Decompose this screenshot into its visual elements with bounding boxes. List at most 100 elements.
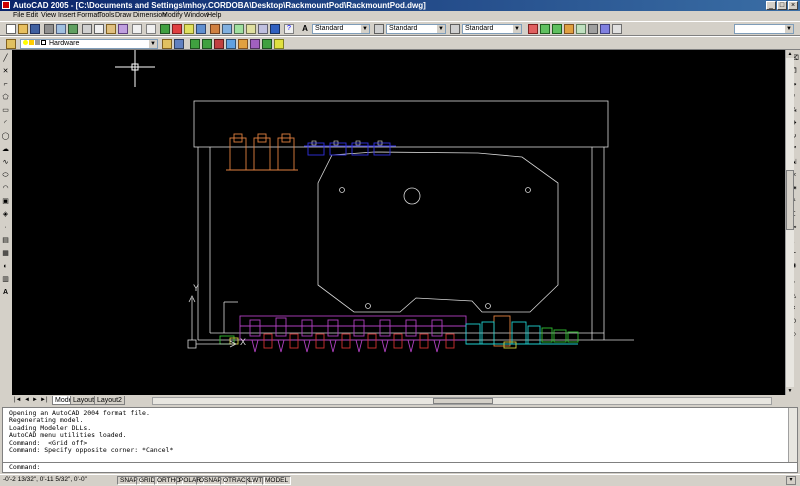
polyline-icon[interactable]: ⌐ [1, 80, 10, 89]
menu-format[interactable]: Format [77, 11, 99, 21]
menu-modify[interactable]: Modify [162, 11, 183, 21]
hatch-icon[interactable]: ▤ [1, 236, 10, 245]
model-toggle[interactable]: MODEL [262, 476, 292, 485]
render-statistics-icon[interactable] [612, 24, 622, 34]
command-window[interactable]: Opening an AutoCAD 2004 format file. Reg… [2, 407, 798, 473]
zoom-realtime-icon[interactable] [172, 24, 182, 34]
tab-nav-first-icon[interactable]: |◄ [14, 396, 22, 405]
dim-style-combo[interactable]: Standard ▼ [386, 24, 446, 34]
multiline-text-icon[interactable]: A [1, 288, 10, 297]
materials-icon[interactable] [576, 24, 586, 34]
publish-icon[interactable] [68, 24, 78, 34]
main-panel [317, 151, 559, 313]
move-icon[interactable] [262, 39, 272, 49]
menu-edit[interactable]: Edit [26, 11, 38, 21]
erase-icon[interactable] [202, 39, 212, 49]
rectangle-icon[interactable]: ▭ [1, 106, 10, 115]
rotate-icon[interactable] [274, 39, 284, 49]
plot-style-combo[interactable]: ▼ [734, 24, 794, 34]
horizontal-scrollbar[interactable] [152, 397, 772, 405]
redo-icon[interactable] [146, 24, 156, 34]
text-style-combo[interactable]: Standard ▼ [312, 24, 370, 34]
make-block-icon[interactable]: ◈ [1, 210, 10, 219]
landscape-icon[interactable] [588, 24, 598, 34]
ellipse-arc-icon[interactable]: ◠ [1, 184, 10, 193]
revision-cloud-icon[interactable]: ☁ [1, 145, 10, 154]
command-prompt[interactable]: Command: [9, 463, 40, 471]
undo-icon[interactable] [132, 24, 142, 34]
spline-icon[interactable]: ∿ [1, 158, 10, 167]
horizontal-scroll-thumb[interactable] [433, 398, 493, 404]
rendering-icon[interactable] [528, 24, 538, 34]
menu-file[interactable]: File [13, 11, 24, 21]
shade-icon[interactable] [540, 24, 550, 34]
help-icon[interactable]: ? [284, 24, 294, 34]
construction-line-icon[interactable]: ✕ [1, 67, 10, 76]
mirror-icon[interactable] [226, 39, 236, 49]
quickcalc-icon[interactable] [270, 24, 280, 34]
tab-nav-next-icon[interactable]: ► [32, 396, 38, 405]
drawing-canvas[interactable]: Y X [12, 50, 785, 395]
open-file-icon[interactable] [18, 24, 28, 34]
print-icon[interactable] [44, 24, 54, 34]
3d-orbit-icon[interactable] [552, 24, 562, 34]
maximize-button[interactable]: □ [777, 1, 787, 10]
new-file-icon[interactable] [6, 24, 16, 34]
layer-lock-icon [35, 40, 40, 45]
pan-icon[interactable] [160, 24, 170, 34]
line-icon[interactable] [190, 39, 200, 49]
lights-icon[interactable] [564, 24, 574, 34]
layer-manager-icon[interactable] [6, 39, 16, 49]
array-icon[interactable] [250, 39, 260, 49]
fog-icon[interactable] [600, 24, 610, 34]
paste-icon[interactable] [106, 24, 116, 34]
markup-icon[interactable] [258, 24, 268, 34]
zoom-window-icon[interactable] [184, 24, 194, 34]
menu-view[interactable]: View [41, 11, 56, 21]
ellipse-icon[interactable]: ⬭ [1, 171, 10, 180]
scroll-down-icon[interactable]: ▼ [786, 387, 794, 395]
sheet-set-icon[interactable] [246, 24, 256, 34]
cut-icon[interactable] [82, 24, 92, 34]
region-icon[interactable]: ◐ [1, 262, 10, 271]
autocad-app-icon[interactable] [2, 1, 10, 9]
make-layer-current-icon[interactable] [162, 39, 172, 49]
design-center-icon[interactable] [222, 24, 232, 34]
tray-settings-icon[interactable]: ▾ [786, 476, 796, 485]
gradient-icon[interactable]: ▦ [1, 249, 10, 258]
layer-previous-icon[interactable] [174, 39, 184, 49]
scroll-up-icon[interactable]: ▲ [786, 50, 794, 58]
arc-icon[interactable]: ◜ [1, 119, 10, 128]
polygon-icon[interactable]: ⬠ [1, 93, 10, 102]
tab-nav-prev-icon[interactable]: ◄ [24, 396, 30, 405]
vertical-scroll-thumb[interactable] [786, 170, 794, 230]
circle-icon[interactable]: ◯ [1, 132, 10, 141]
line-tool-icon[interactable]: ╱ [1, 54, 10, 63]
tool-palettes-icon[interactable] [234, 24, 244, 34]
menu-window[interactable]: Window [184, 11, 209, 21]
layer-combo[interactable]: Hardware ▼ [20, 39, 158, 49]
zoom-previous-icon[interactable] [196, 24, 206, 34]
properties-icon[interactable] [210, 24, 220, 34]
copy-object-icon[interactable] [214, 39, 224, 49]
vertical-scrollbar[interactable]: ▲ ▼ [785, 50, 794, 395]
minimize-button[interactable]: _ [766, 1, 776, 10]
insert-block-icon[interactable]: ▣ [1, 197, 10, 206]
point-icon[interactable]: · [1, 223, 10, 232]
menu-insert[interactable]: Insert [58, 11, 76, 21]
menu-help[interactable]: Help [207, 11, 221, 21]
tab-layout2[interactable]: Layout2 [94, 396, 125, 405]
menu-tools[interactable]: Tools [98, 11, 114, 21]
plot-preview-icon[interactable] [56, 24, 66, 34]
offset-icon[interactable] [238, 39, 248, 49]
match-properties-icon[interactable] [118, 24, 128, 34]
command-scrollbar[interactable] [788, 408, 797, 462]
table-icon[interactable]: ▥ [1, 275, 10, 284]
save-icon[interactable] [30, 24, 40, 34]
tab-nav-last-icon[interactable]: ►| [40, 396, 48, 405]
copy-icon[interactable] [94, 24, 104, 34]
close-button[interactable]: × [788, 1, 798, 10]
table-style-combo[interactable]: Standard ▼ [462, 24, 522, 34]
menu-draw[interactable]: Draw [115, 11, 131, 21]
coordinate-readout: -0'-2 13/32", 0'-11 5/32", 0'-0" [3, 476, 87, 483]
